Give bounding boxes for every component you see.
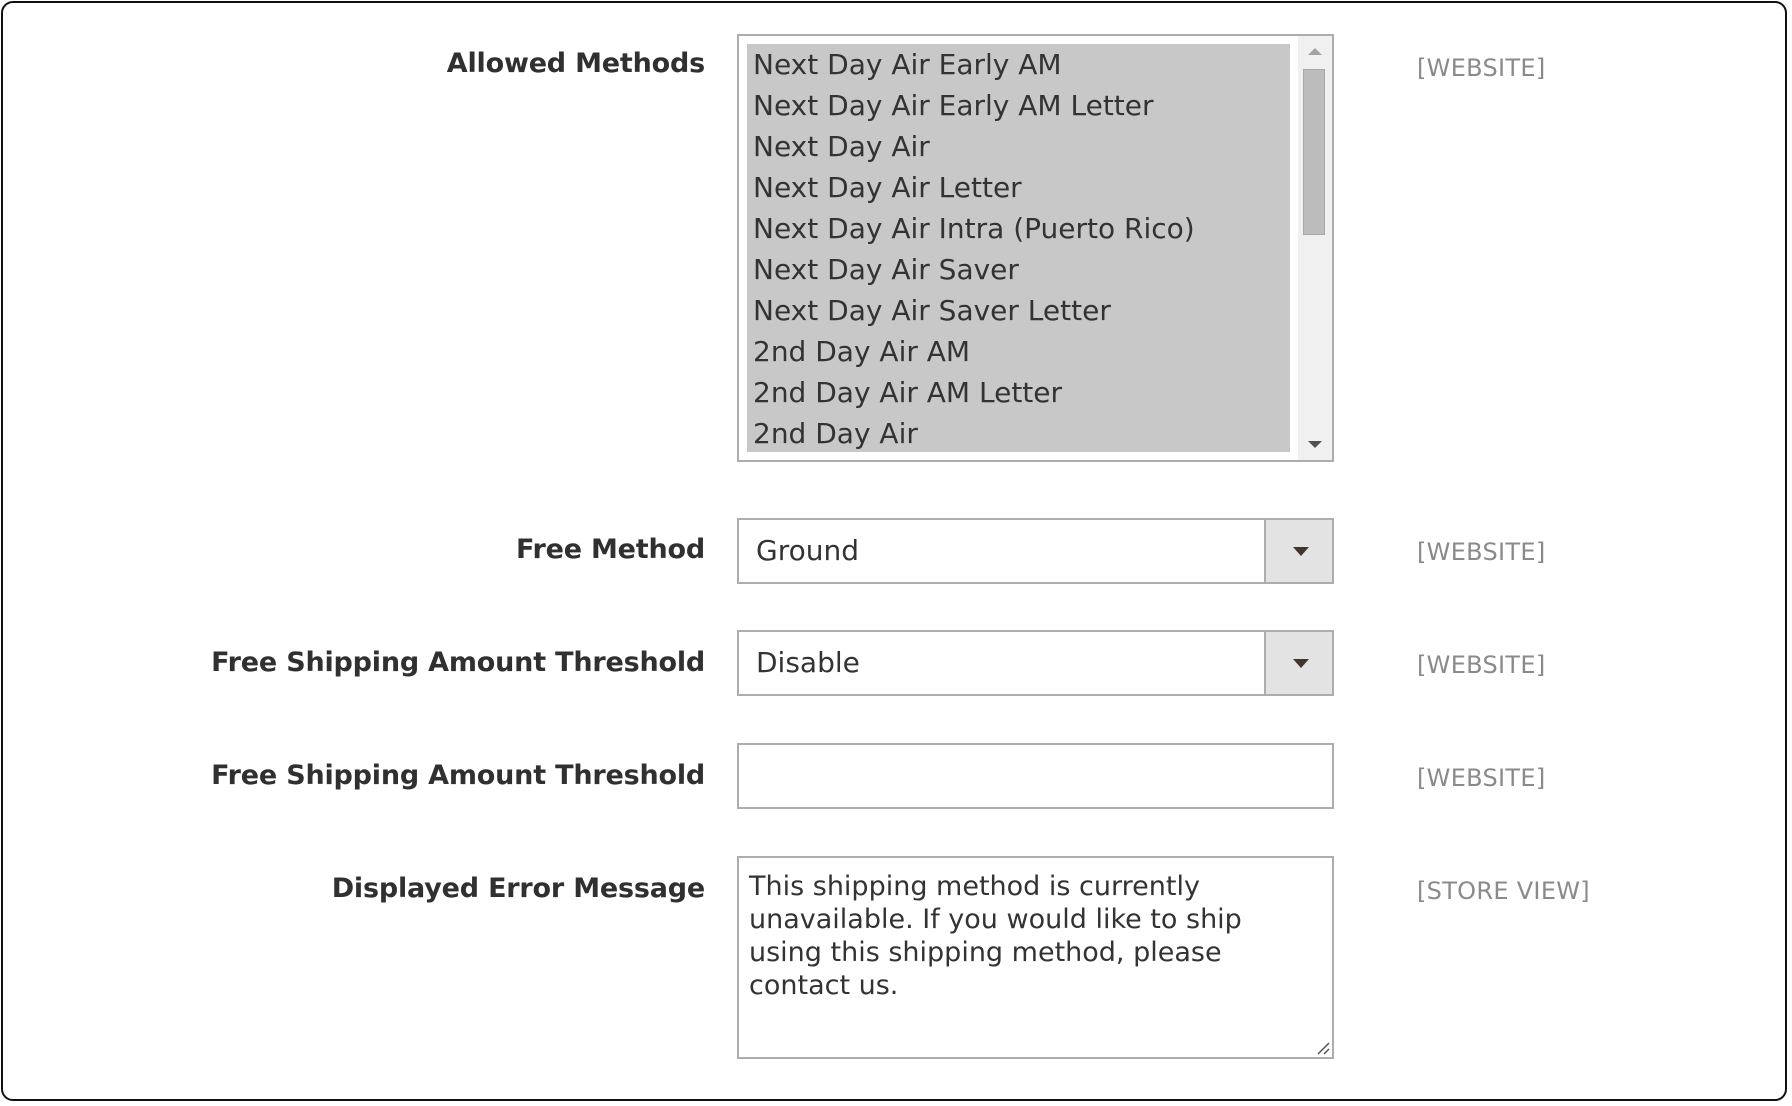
- allowed-method-option[interactable]: 2nd Day Air AM: [747, 331, 1290, 372]
- allowed-method-option[interactable]: Next Day Air Early AM: [747, 44, 1290, 85]
- allowed-method-option[interactable]: Next Day Air Letter: [747, 167, 1290, 208]
- free-method-label: Free Method: [515, 534, 705, 565]
- free-method-select[interactable]: Ground: [737, 518, 1334, 584]
- scroll-down-arrow-icon[interactable]: [1308, 441, 1322, 448]
- allowed-method-option[interactable]: Next Day Air Saver: [747, 249, 1290, 290]
- listbox-scrollbar[interactable]: [1298, 36, 1332, 460]
- free-shipping-enable-value: Disable: [756, 646, 860, 679]
- allowed-methods-label: Allowed Methods: [446, 48, 705, 79]
- error-message-textarea[interactable]: [737, 856, 1334, 1059]
- allowed-methods-options[interactable]: Next Day Air Early AM Next Day Air Early …: [747, 44, 1290, 452]
- free-shipping-enable-dropdown-button[interactable]: [1264, 632, 1332, 694]
- allowed-method-option[interactable]: 2nd Day Air: [747, 413, 1290, 452]
- scroll-up-arrow-icon[interactable]: [1308, 48, 1322, 55]
- allowed-method-option[interactable]: Next Day Air Intra (Puerto Rico): [747, 208, 1290, 249]
- free-shipping-amount-label: Free Shipping Amount Threshold: [211, 760, 705, 791]
- free-method-dropdown-button[interactable]: [1264, 520, 1332, 582]
- allowed-method-option[interactable]: 2nd Day Air AM Letter: [747, 372, 1290, 413]
- error-message-scope: [STORE VIEW]: [1417, 877, 1590, 905]
- chevron-down-icon: [1293, 547, 1309, 556]
- chevron-down-icon: [1293, 659, 1309, 668]
- free-method-scope: [WEBSITE]: [1417, 538, 1546, 566]
- error-message-label: Displayed Error Message: [331, 873, 705, 904]
- allowed-methods-scope: [WEBSITE]: [1417, 54, 1546, 82]
- free-shipping-enable-scope: [WEBSITE]: [1417, 651, 1546, 679]
- free-method-value: Ground: [756, 534, 859, 567]
- free-shipping-enable-label: Free Shipping Amount Threshold: [211, 647, 705, 678]
- allowed-method-option[interactable]: Next Day Air: [747, 126, 1290, 167]
- free-shipping-amount-input[interactable]: [737, 743, 1334, 809]
- scrollbar-thumb[interactable]: [1303, 69, 1325, 235]
- allowed-method-option[interactable]: Next Day Air Early AM Letter: [747, 85, 1290, 126]
- free-shipping-amount-scope: [WEBSITE]: [1417, 764, 1546, 792]
- allowed-methods-listbox[interactable]: Next Day Air Early AM Next Day Air Early …: [737, 34, 1334, 462]
- allowed-method-option[interactable]: Next Day Air Saver Letter: [747, 290, 1290, 331]
- free-shipping-enable-select[interactable]: Disable: [737, 630, 1334, 696]
- resize-grip-icon[interactable]: [1316, 1041, 1330, 1055]
